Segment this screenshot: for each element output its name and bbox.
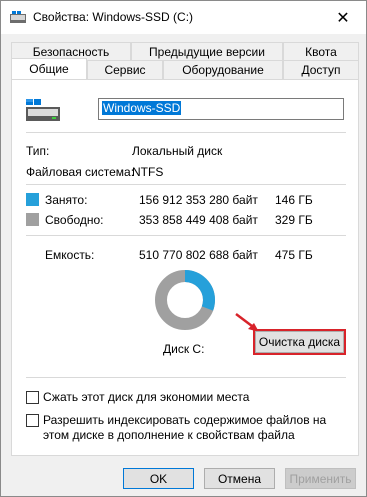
disk-label: Диск C: <box>163 342 205 356</box>
tab-row-lower: Общие Сервис Оборудование Доступ <box>11 58 359 79</box>
index-label: Разрешить индексировать содержимое файло… <box>43 413 327 442</box>
title-bar: Свойства: Windows-SSD (C:) ✕ <box>1 1 366 34</box>
divider <box>26 377 346 378</box>
index-checkbox[interactable] <box>26 414 39 427</box>
free-swatch <box>26 213 39 226</box>
volume-name-text: Windows-SSD <box>102 101 182 115</box>
filesystem-value: NTFS <box>132 165 164 179</box>
divider <box>26 132 346 133</box>
tab-general[interactable]: Общие <box>11 58 87 79</box>
general-tab-panel: Windows-SSD Тип: Локальный диск Файловая… <box>11 79 359 456</box>
tab-hardware[interactable]: Оборудование <box>163 60 283 79</box>
window-title: Свойства: Windows-SSD (C:) <box>33 10 194 24</box>
used-bytes: 156 912 353 280 байт <box>139 193 258 207</box>
close-button[interactable]: ✕ <box>320 1 366 34</box>
compress-checkbox[interactable] <box>26 391 39 404</box>
free-label: Свободно: <box>45 213 104 227</box>
properties-window: Свойства: Windows-SSD (C:) ✕ Безопасност… <box>0 0 367 497</box>
tab-quota[interactable]: Квота <box>283 42 359 61</box>
index-option[interactable]: Разрешить индексировать содержимое файло… <box>26 413 343 443</box>
apply-button[interactable]: Применить <box>285 468 356 489</box>
disk-cleanup-button[interactable]: Очистка диска <box>253 329 346 355</box>
compress-label: Сжать этот диск для экономии места <box>43 390 250 404</box>
compress-option[interactable]: Сжать этот диск для экономии места <box>26 390 333 405</box>
type-value: Локальный диск <box>132 144 223 158</box>
type-label: Тип: <box>26 144 50 158</box>
tab-previous-versions[interactable]: Предыдущие версии <box>131 42 283 61</box>
drive-icon <box>10 11 26 23</box>
used-gb: 146 ГБ <box>275 193 313 207</box>
capacity-bytes: 510 770 802 688 байт <box>139 248 258 262</box>
close-icon: ✕ <box>336 9 350 27</box>
divider <box>26 184 346 185</box>
filesystem-label: Файловая система: <box>26 165 135 179</box>
used-swatch <box>26 193 39 206</box>
tab-sharing[interactable]: Доступ <box>283 60 359 79</box>
cancel-button[interactable]: Отмена <box>204 468 275 489</box>
capacity-gb: 475 ГБ <box>275 248 313 262</box>
free-gb: 329 ГБ <box>275 213 313 227</box>
tab-tools[interactable]: Сервис <box>87 60 163 79</box>
free-bytes: 353 858 449 408 байт <box>139 213 258 227</box>
ok-button[interactable]: OK <box>123 468 194 489</box>
disk-usage-donut <box>155 270 215 330</box>
drive-large-icon <box>26 99 60 121</box>
volume-name-input[interactable]: Windows-SSD <box>98 98 344 120</box>
capacity-label: Емкость: <box>45 248 95 262</box>
divider <box>26 235 346 236</box>
used-label: Занято: <box>45 193 88 207</box>
